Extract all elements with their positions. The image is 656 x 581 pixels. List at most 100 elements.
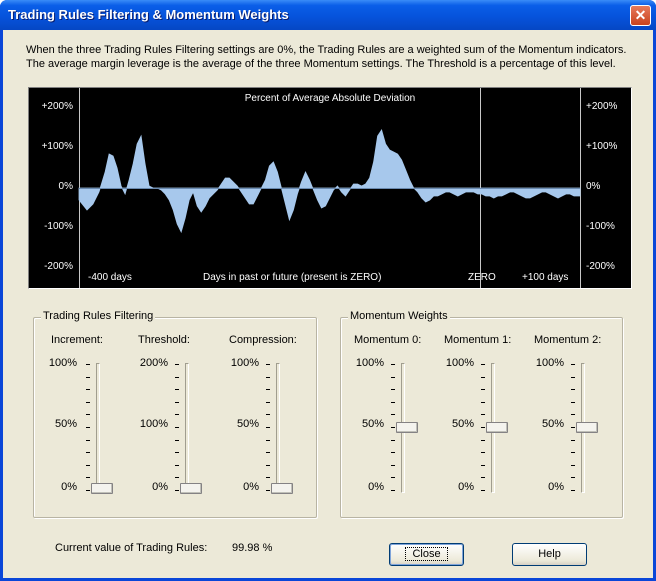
momentum-1-slider-tick bbox=[481, 414, 485, 416]
close-button-label: Close bbox=[405, 547, 448, 561]
compression-slider-tick bbox=[266, 376, 270, 378]
momentum-1-slider-tick bbox=[481, 452, 485, 454]
threshold-slider-tick bbox=[175, 427, 179, 428]
compression-slider-tick bbox=[266, 389, 270, 391]
momentum-2-slider-tick bbox=[571, 414, 575, 416]
threshold-slider-tick bbox=[175, 414, 179, 416]
momentum-2-slider-tick bbox=[571, 452, 575, 454]
compression-slider-tick bbox=[266, 401, 270, 403]
description-line-2: The average margin leverage is the avera… bbox=[26, 58, 616, 70]
compression-slider-tick bbox=[266, 364, 270, 365]
increment-slider-tick bbox=[86, 427, 90, 428]
trading-rules-filtering-title: Trading Rules Filtering bbox=[41, 310, 156, 322]
chart-plot bbox=[78, 88, 581, 288]
threshold-slider-track[interactable] bbox=[185, 363, 189, 493]
increment-label: Increment: bbox=[51, 334, 103, 346]
increment-slider-tick bbox=[86, 452, 90, 454]
increment-slider-tick bbox=[86, 376, 90, 378]
threshold-slider-tick bbox=[175, 490, 179, 491]
momentum-0-tick-min: 0% bbox=[368, 481, 384, 493]
y-tick-right-plus100: +100% bbox=[586, 141, 618, 152]
momentum-0-slider-tick bbox=[391, 376, 395, 378]
compression-slider-tick bbox=[266, 427, 270, 428]
description: When the three Trading Rules Filtering s… bbox=[26, 43, 636, 71]
momentum-0-slider-tick bbox=[391, 439, 395, 441]
increment-slider-track[interactable] bbox=[96, 363, 100, 493]
window-title: Trading Rules Filtering & Momentum Weigh… bbox=[8, 7, 289, 22]
close-window-icon[interactable]: ✕ bbox=[630, 5, 651, 26]
increment-slider-tick bbox=[86, 439, 90, 441]
chart-title: Percent of Average Absolute Deviation bbox=[244, 93, 416, 104]
momentum-0-label: Momentum 0: bbox=[354, 334, 422, 346]
compression-slider-track[interactable] bbox=[276, 363, 280, 493]
y-tick-right-zero: 0% bbox=[586, 181, 601, 192]
momentum-2-slider-tick bbox=[571, 477, 575, 479]
momentum-1-slider-tick bbox=[481, 477, 485, 479]
momentum-0-slider-tick bbox=[391, 389, 395, 391]
threshold-slider-tick bbox=[175, 477, 179, 479]
dialog-window: Trading Rules Filtering & Momentum Weigh… bbox=[0, 0, 656, 581]
momentum-1-slider-tick bbox=[481, 364, 485, 365]
increment-slider-tick bbox=[86, 401, 90, 403]
momentum-1-slider-thumb[interactable] bbox=[486, 422, 508, 433]
increment-slider-tick bbox=[86, 414, 90, 416]
threshold-slider-tick bbox=[175, 364, 179, 365]
trading-rules-value-label: Current value of Trading Rules: bbox=[55, 542, 208, 554]
compression-label: Compression: bbox=[229, 334, 297, 346]
momentum-0-slider-tick bbox=[391, 364, 395, 365]
momentum-1-slider-tick bbox=[481, 490, 485, 491]
dialog-client-area: When the three Trading Rules Filtering s… bbox=[3, 30, 653, 578]
threshold-slider-tick bbox=[175, 401, 179, 403]
momentum-2-tick-max: 100% bbox=[535, 357, 564, 369]
increment-slider-thumb[interactable] bbox=[91, 483, 113, 494]
close-button[interactable]: Close bbox=[389, 543, 464, 566]
momentum-0-slider-thumb[interactable] bbox=[396, 422, 418, 433]
threshold-tick-min: 0% bbox=[152, 481, 168, 493]
deviation-chart: Percent of Average Absolute Deviation +2… bbox=[28, 87, 632, 289]
compression-slider-tick bbox=[266, 477, 270, 479]
momentum-1-tick-mid: 50% bbox=[451, 418, 474, 430]
momentum-0-slider-tick bbox=[391, 490, 395, 491]
threshold-label: Threshold: bbox=[138, 334, 190, 346]
help-button[interactable]: Help bbox=[512, 543, 587, 566]
x-tick-zero: ZERO bbox=[468, 272, 496, 283]
compression-tick-mid: 50% bbox=[236, 418, 259, 430]
y-tick-left-plus100: +100% bbox=[41, 141, 73, 152]
x-tick-plus100: +100 days bbox=[522, 272, 569, 283]
compression-tick-max: 100% bbox=[230, 357, 259, 369]
compression-slider-tick bbox=[266, 414, 270, 416]
compression-slider-tick bbox=[266, 464, 270, 466]
momentum-1-slider-tick bbox=[481, 464, 485, 466]
momentum-weights-title: Momentum Weights bbox=[348, 310, 450, 322]
increment-tick-mid: 50% bbox=[54, 418, 77, 430]
y-tick-right-minus200: -200% bbox=[586, 261, 615, 272]
increment-slider-tick bbox=[86, 490, 90, 491]
threshold-slider-tick bbox=[175, 464, 179, 466]
compression-slider-tick bbox=[266, 490, 270, 491]
momentum-0-slider-tick bbox=[391, 464, 395, 466]
momentum-2-slider-thumb[interactable] bbox=[576, 422, 598, 433]
momentum-2-slider-tick bbox=[571, 364, 575, 365]
momentum-1-slider-tick bbox=[481, 389, 485, 391]
title-bar[interactable]: Trading Rules Filtering & Momentum Weigh… bbox=[0, 0, 656, 30]
momentum-2-slider-tick bbox=[571, 439, 575, 441]
momentum-0-tick-max: 100% bbox=[355, 357, 384, 369]
momentum-1-slider-tick bbox=[481, 439, 485, 441]
momentum-2-slider-tick bbox=[571, 376, 575, 378]
momentum-1-slider-tick bbox=[481, 427, 485, 428]
compression-slider-thumb[interactable] bbox=[271, 483, 293, 494]
y-tick-right-minus100: -100% bbox=[586, 221, 615, 232]
increment-tick-min: 0% bbox=[61, 481, 77, 493]
y-tick-left-zero: 0% bbox=[58, 181, 73, 192]
increment-tick-max: 100% bbox=[48, 357, 77, 369]
momentum-2-label: Momentum 2: bbox=[534, 334, 602, 346]
momentum-0-slider-tick bbox=[391, 452, 395, 454]
momentum-2-slider-tick bbox=[571, 401, 575, 403]
threshold-slider-tick bbox=[175, 439, 179, 441]
deviation-area-series bbox=[78, 129, 581, 234]
increment-slider-tick bbox=[86, 477, 90, 479]
threshold-slider-thumb[interactable] bbox=[180, 483, 202, 494]
momentum-0-slider-tick bbox=[391, 477, 395, 479]
momentum-2-slider-tick bbox=[571, 427, 575, 428]
x-axis-label: Days in past or future (present is ZERO) bbox=[203, 272, 382, 283]
